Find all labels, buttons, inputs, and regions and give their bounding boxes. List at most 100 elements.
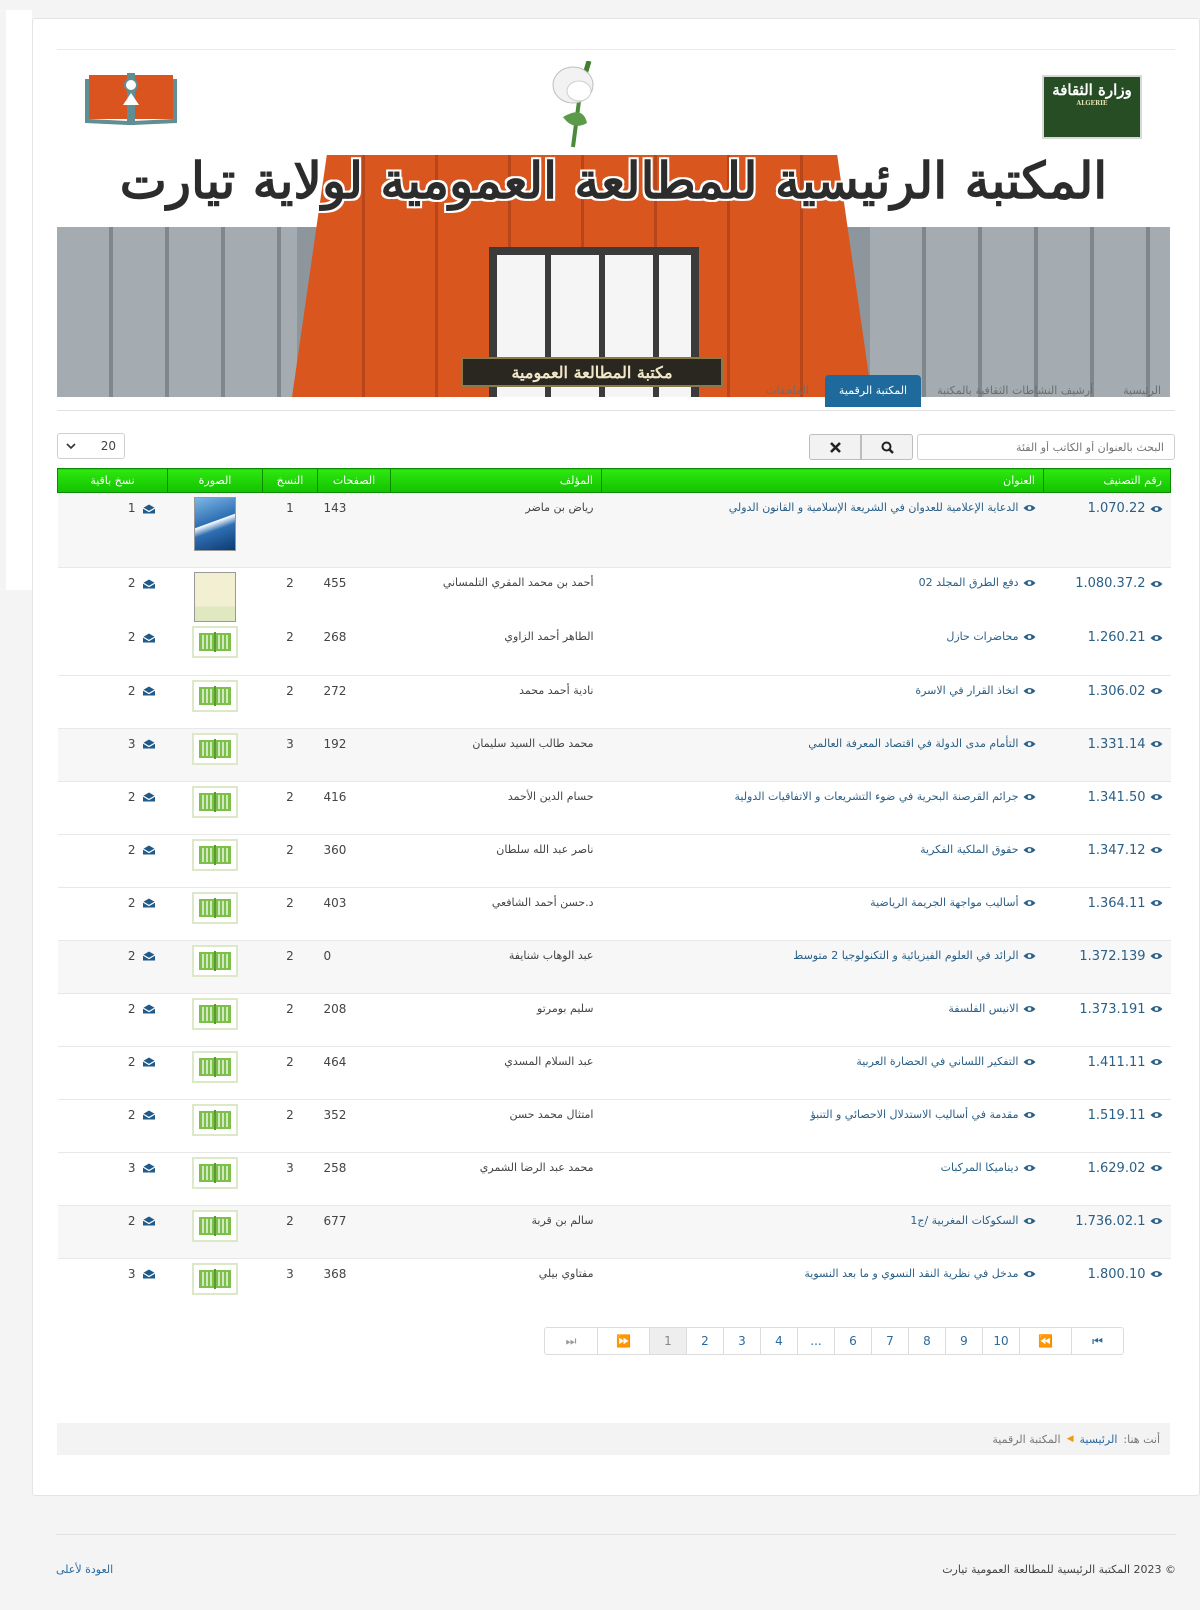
col-available[interactable]: نسخ باقية: [57, 468, 168, 493]
title-text[interactable]: محاضرات حازل: [946, 630, 1018, 643]
cell-title[interactable]: التأمام مدى الدولة في اقتصاد المعرفة الع…: [601, 727, 1044, 781]
book-placeholder-image[interactable]: [192, 997, 238, 1030]
code-text[interactable]: 1.629.02: [1088, 1161, 1146, 1176]
code-text[interactable]: 1.306.02: [1088, 684, 1146, 699]
title-text[interactable]: التفكير اللساني في الحضارة العربية: [856, 1055, 1018, 1068]
code-text[interactable]: 1.800.10: [1088, 1267, 1146, 1282]
cell-code[interactable]: 1.411.11: [1043, 1045, 1171, 1099]
cell-code[interactable]: 1.260.21: [1044, 622, 1171, 675]
page-button-2[interactable]: 2: [686, 1328, 723, 1354]
first-page-button[interactable]: ⏮: [1071, 1328, 1123, 1354]
book-placeholder-image[interactable]: [192, 1050, 238, 1083]
book-placeholder-image[interactable]: [192, 1262, 238, 1295]
tab-annexes[interactable]: الملحقات: [752, 375, 823, 407]
envelope-open-icon[interactable]: [142, 1163, 156, 1173]
book-placeholder-image[interactable]: [192, 891, 238, 924]
cell-title[interactable]: ديناميكا المركبات: [601, 1151, 1044, 1205]
book-placeholder-image[interactable]: [192, 944, 238, 977]
cell-title[interactable]: التفكير اللساني في الحضارة العربية: [601, 1045, 1044, 1099]
library-book-logo-icon[interactable]: [83, 65, 179, 131]
book-placeholder-image[interactable]: [192, 732, 238, 765]
envelope-open-icon[interactable]: [142, 1269, 156, 1279]
cell-code[interactable]: 1.629.02: [1043, 1151, 1171, 1205]
book-placeholder-image[interactable]: [192, 679, 238, 712]
code-text[interactable]: 1.364.11: [1088, 896, 1146, 911]
cell-code[interactable]: 1.372.139: [1043, 939, 1171, 993]
cell-title[interactable]: مقدمة في أساليب الاستدلال الاحصائي و الت…: [601, 1098, 1044, 1152]
page-button-3[interactable]: 3: [723, 1328, 760, 1354]
cell-title[interactable]: الرائد في العلوم الفيزيائية و التكنولوجي…: [601, 939, 1044, 993]
cell-title[interactable]: السكوكات المغربية /ج1: [601, 1204, 1044, 1258]
code-text[interactable]: 1.070.22: [1088, 501, 1146, 516]
search-button[interactable]: [861, 434, 913, 460]
cell-title[interactable]: حقوق الملكية الفكرية: [601, 833, 1044, 887]
envelope-open-icon[interactable]: [142, 579, 156, 589]
col-title[interactable]: العنوان: [601, 468, 1044, 493]
next-page-button[interactable]: ⏩: [597, 1328, 649, 1354]
book-placeholder-image[interactable]: [192, 838, 238, 871]
cell-title[interactable]: دفع الطرق المجلد 02: [601, 567, 1044, 622]
cell-code[interactable]: 1.364.11: [1043, 886, 1171, 940]
code-text[interactable]: 1.519.11: [1088, 1108, 1146, 1123]
last-page-button[interactable]: ⏭: [545, 1328, 597, 1354]
envelope-open-icon[interactable]: [142, 504, 156, 514]
envelope-open-icon[interactable]: [142, 1004, 156, 1014]
code-text[interactable]: 1.080.37.2: [1075, 576, 1145, 591]
envelope-open-icon[interactable]: [142, 739, 156, 749]
back-to-top-link[interactable]: العودة لأعلى: [56, 1563, 113, 1576]
title-text[interactable]: دفع الطرق المجلد 02: [919, 576, 1019, 589]
envelope-open-icon[interactable]: [142, 898, 156, 908]
code-text[interactable]: 1.372.139: [1079, 949, 1145, 964]
title-text[interactable]: اتخاذ القرار في الاسرة: [915, 684, 1018, 697]
book-cover-image[interactable]: [194, 497, 236, 551]
col-copies[interactable]: النسخ: [262, 468, 318, 493]
cell-code[interactable]: 1.800.10: [1043, 1257, 1171, 1311]
tab-home[interactable]: الرئيسية: [1109, 375, 1175, 407]
envelope-open-icon[interactable]: [142, 1216, 156, 1226]
book-placeholder-image[interactable]: [192, 785, 238, 818]
search-input[interactable]: [917, 434, 1175, 460]
cell-title[interactable]: محاضرات حازل: [602, 622, 1044, 675]
title-text[interactable]: الانيس الفلسفة: [948, 1002, 1018, 1015]
page-size-select[interactable]: 20: [57, 433, 125, 459]
clear-search-button[interactable]: [809, 434, 861, 460]
title-text[interactable]: مدخل في نظرية النقد النسوي و ما بعد النس…: [804, 1267, 1018, 1280]
cell-code[interactable]: 1.080.37.2: [1043, 567, 1171, 622]
cell-title[interactable]: أساليب مواجهة الجريمة الرياضية: [601, 886, 1044, 940]
code-text[interactable]: 1.260.21: [1088, 630, 1146, 645]
title-text[interactable]: حقوق الملكية الفكرية: [920, 843, 1018, 856]
page-button-9[interactable]: 9: [945, 1328, 982, 1354]
cell-title[interactable]: اتخاذ القرار في الاسرة: [601, 674, 1044, 728]
ministry-logo[interactable]: وزارة الثقافة ALGERIE: [1042, 75, 1142, 139]
envelope-open-icon[interactable]: [142, 951, 156, 961]
title-text[interactable]: الرائد في العلوم الفيزيائية و التكنولوجي…: [793, 949, 1018, 962]
title-text[interactable]: أساليب مواجهة الجريمة الرياضية: [870, 896, 1018, 909]
envelope-open-icon[interactable]: [142, 792, 156, 802]
page-button-1[interactable]: 1: [649, 1328, 686, 1354]
code-text[interactable]: 1.331.14: [1088, 737, 1146, 752]
cell-code[interactable]: 1.347.12: [1043, 833, 1171, 887]
col-code[interactable]: رقم التصنيف: [1043, 468, 1171, 493]
cell-title[interactable]: مدخل في نظرية النقد النسوي و ما بعد النس…: [601, 1257, 1044, 1311]
code-text[interactable]: 1.341.50: [1088, 790, 1146, 805]
code-text[interactable]: 1.411.11: [1088, 1055, 1146, 1070]
col-author[interactable]: المؤلف: [390, 468, 602, 493]
page-button-6[interactable]: 6: [834, 1328, 871, 1354]
page-button-8[interactable]: 8: [908, 1328, 945, 1354]
code-text[interactable]: 1.736.02.1: [1075, 1214, 1145, 1229]
tab-digital-library[interactable]: المكتبة الرقمية: [824, 375, 922, 407]
cell-code[interactable]: 1.373.191: [1043, 992, 1171, 1046]
code-text[interactable]: 1.347.12: [1088, 843, 1146, 858]
title-text[interactable]: جرائم القرصنة البحرية في ضوء التشريعات و…: [734, 790, 1018, 803]
book-placeholder-image[interactable]: [192, 1156, 238, 1189]
page-button-10[interactable]: 10: [982, 1328, 1019, 1354]
tab-activities-archive[interactable]: أرشيف النشاطات الثقافية بالمكتبة: [923, 375, 1107, 407]
title-text[interactable]: الدعاية الإعلامية للعدوان في الشريعة الإ…: [729, 501, 1019, 514]
envelope-open-icon[interactable]: [142, 845, 156, 855]
cell-code[interactable]: 1.736.02.1: [1043, 1204, 1171, 1258]
cell-code[interactable]: 1.306.02: [1043, 674, 1171, 728]
book-placeholder-image[interactable]: [192, 626, 238, 658]
envelope-open-icon[interactable]: [142, 1110, 156, 1120]
cell-code[interactable]: 1.070.22: [1043, 492, 1171, 568]
cell-code[interactable]: 1.331.14: [1043, 727, 1171, 781]
